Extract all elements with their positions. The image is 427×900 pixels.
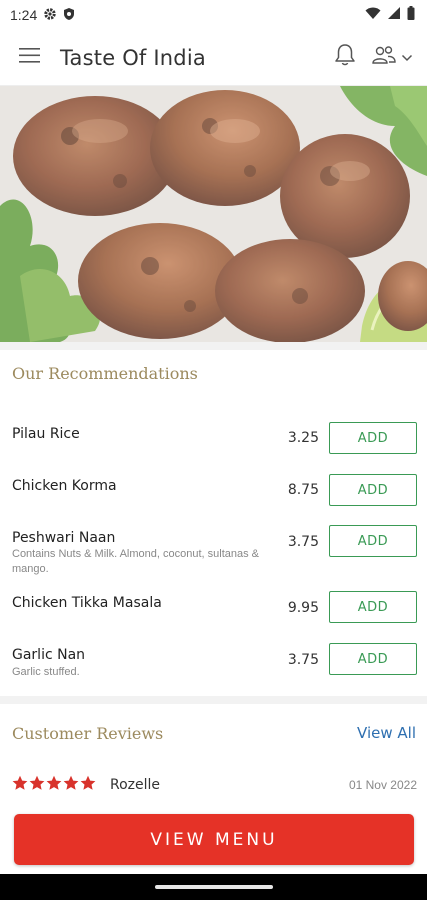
add-button[interactable]: ADD xyxy=(329,422,417,454)
item-name: Chicken Tikka Masala xyxy=(12,595,162,611)
review-date: 01 Nov 2022 xyxy=(348,778,417,792)
battery-icon xyxy=(407,5,415,25)
item-name: Garlic Nan xyxy=(12,647,86,663)
add-button[interactable]: ADD xyxy=(329,591,417,623)
item-name: Pilau Rice xyxy=(12,426,80,442)
wifi-icon xyxy=(365,6,381,25)
shield-icon xyxy=(63,7,75,24)
status-time: 1:24 xyxy=(10,7,38,23)
status-bar: 1:24 xyxy=(0,0,427,30)
gear-icon xyxy=(43,7,57,24)
chicken-tikka-illustration xyxy=(0,86,427,342)
item-description: Contains Nuts & Milk. Almond, coconut, s… xyxy=(12,548,260,575)
view-menu-button[interactable]: VIEW MENU xyxy=(14,814,414,865)
star-icon xyxy=(46,775,62,796)
item-price: 3.25 xyxy=(287,430,319,446)
add-button[interactable]: ADD xyxy=(329,643,417,675)
star-icon xyxy=(29,775,45,796)
item-description: Garlic stuffed. xyxy=(12,666,80,678)
star-icon xyxy=(63,775,79,796)
item-name: Chicken Korma xyxy=(12,478,117,494)
app-bar: Taste Of India xyxy=(0,30,427,86)
home-gesture-handle[interactable] xyxy=(154,885,273,889)
view-all-reviews-link[interactable]: View All xyxy=(357,724,416,742)
hamburger-menu-icon xyxy=(19,47,41,68)
status-left: 1:24 xyxy=(10,7,75,24)
bell-icon xyxy=(334,43,356,72)
section-divider xyxy=(0,342,427,350)
star-icon xyxy=(12,775,28,796)
status-right xyxy=(365,5,415,25)
item-price: 3.75 xyxy=(287,534,319,550)
reviewer-name: Rozelle xyxy=(110,777,161,793)
review-item: Rozelle 01 Nov 2022 xyxy=(12,774,417,796)
add-button[interactable]: ADD xyxy=(329,474,417,506)
app-title: Taste Of India xyxy=(60,45,206,70)
item-name: Peshwari Naan xyxy=(12,530,116,546)
recommendations-title: Our Recommendations xyxy=(12,364,198,383)
add-button[interactable]: ADD xyxy=(329,525,417,557)
star-rating xyxy=(12,775,96,796)
notifications-button[interactable] xyxy=(327,38,363,78)
star-icon xyxy=(80,775,96,796)
customer-reviews-title: Customer Reviews xyxy=(12,724,164,743)
chevron-down-icon xyxy=(401,49,413,67)
hamburger-menu-button[interactable] xyxy=(0,30,60,86)
system-navigation-bar xyxy=(0,874,427,900)
item-price: 8.75 xyxy=(287,482,319,498)
account-group-icon xyxy=(371,44,397,71)
section-divider xyxy=(0,696,427,704)
item-price: 9.95 xyxy=(287,600,319,616)
hero-food-image xyxy=(0,86,427,342)
signal-icon xyxy=(387,6,401,25)
account-menu-button[interactable] xyxy=(371,44,413,71)
item-price: 3.75 xyxy=(287,652,319,668)
